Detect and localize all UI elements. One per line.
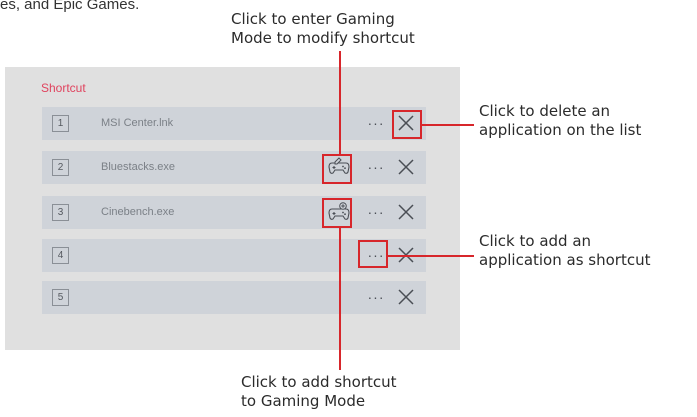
more-button[interactable]: ··· <box>363 113 389 133</box>
close-icon[interactable] <box>397 158 415 176</box>
row-number: 5 <box>52 289 69 306</box>
highlight-more-button <box>358 240 388 268</box>
close-icon[interactable] <box>397 203 415 221</box>
more-button[interactable]: ··· <box>363 202 389 222</box>
panel-title: Shortcut <box>41 81 86 95</box>
callout-add-to-gaming-mode: Click to add shortcut to Gaming Mode <box>241 373 397 410</box>
intro-text-fragment: es, and Epic Games. <box>0 0 140 13</box>
highlight-delete-button <box>392 110 422 139</box>
list-item: 1 MSI Center.lnk ··· <box>42 107 426 140</box>
connector-line <box>422 124 474 126</box>
connector-line <box>388 255 474 257</box>
callout-add-application: Click to add an application as shortcut <box>479 232 651 269</box>
row-number: 3 <box>52 204 69 221</box>
more-button[interactable]: ··· <box>363 157 389 177</box>
close-icon[interactable] <box>397 288 415 306</box>
row-file-name: MSI Center.lnk <box>101 117 174 129</box>
row-number: 4 <box>52 247 69 264</box>
list-item: 3 Cinebench.exe ··· <box>42 196 426 229</box>
row-file-name: Bluestacks.exe <box>101 161 175 173</box>
connector-line <box>339 228 341 370</box>
highlight-gamepad-edit-icon <box>322 154 352 184</box>
highlight-gamepad-add-icon <box>322 198 352 228</box>
connector-line <box>339 51 341 155</box>
list-item: 2 Bluestacks.exe ··· <box>42 151 426 184</box>
row-number: 1 <box>52 115 69 132</box>
callout-delete-application: Click to delete an application on the li… <box>479 102 642 139</box>
more-button[interactable]: ··· <box>363 287 389 307</box>
row-number: 2 <box>52 159 69 176</box>
list-item: 5 ··· <box>42 281 426 314</box>
callout-enter-gaming-mode: Click to enter Gaming Mode to modify sho… <box>231 10 415 47</box>
row-file-name: Cinebench.exe <box>101 206 175 218</box>
